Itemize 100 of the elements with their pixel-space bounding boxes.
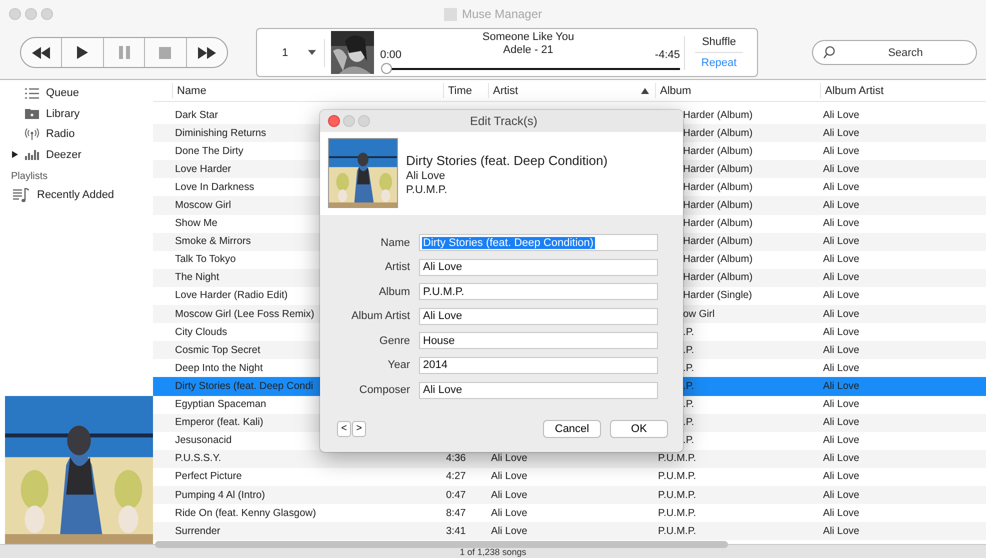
table-cell[interactable]: Jesusonacid <box>175 435 232 446</box>
minimize-icon[interactable] <box>25 8 37 20</box>
sidebar-item[interactable]: Queue <box>0 83 153 104</box>
nav-button[interactable]: > <box>352 420 366 437</box>
table-cell-text: Ali Love <box>822 308 860 320</box>
table-cell[interactable]: City Clouds <box>175 326 228 338</box>
radio-icon <box>25 128 39 140</box>
table-cell[interactable]: Ride On (feat. Kenny Glasgow) <box>175 508 316 519</box>
column-header[interactable]: Album <box>655 83 820 98</box>
table-cell-text: 4:27 <box>445 471 467 482</box>
scrollbar-thumb[interactable] <box>155 541 728 548</box>
table-cell-text: Ali Love <box>822 362 860 374</box>
fast-forward-icon <box>198 46 216 58</box>
sidebar-item[interactable]: Library <box>0 104 153 124</box>
table-cell: .P. <box>683 417 694 428</box>
search-field[interactable]: Search <box>812 40 977 65</box>
table-cell[interactable]: The Night <box>175 272 220 284</box>
table-cell-text: Ali Love <box>822 182 860 193</box>
table-cell-text: Ali Love <box>822 526 860 537</box>
column-header[interactable]: Album Artist <box>820 83 986 98</box>
table-cell[interactable]: Perfect Picture <box>175 471 242 482</box>
track-title: Someone Like You <box>482 30 574 42</box>
close-icon[interactable] <box>9 8 21 20</box>
table-cell: Harder (Album) <box>683 200 753 212</box>
table-cell: Harder (Album) <box>683 236 753 248</box>
table-cell[interactable]: Cosmic Top Secret <box>175 344 260 356</box>
track-subtitle: Adele - 21 <box>503 44 554 56</box>
table-cell[interactable]: Dark Star <box>175 110 218 121</box>
table-cell-text: Ali Love <box>822 236 860 248</box>
table-cell[interactable]: Love Harder <box>175 164 232 175</box>
table-cell-text: 8:47 <box>445 508 467 519</box>
input-field[interactable]: Ali Love <box>419 258 658 276</box>
table-cell[interactable]: Deep Into the Night <box>175 362 263 374</box>
column-header[interactable]: Artist <box>488 83 655 98</box>
dialog-button[interactable]: OK <box>610 420 668 438</box>
table-cell-text: Ali Love <box>822 435 860 446</box>
track-album: P.U.M.P. <box>406 184 448 196</box>
table-cell: Harder (Album) <box>683 272 753 284</box>
input-field[interactable]: Ali Love <box>419 382 658 399</box>
table-cell[interactable]: Moscow Girl <box>175 200 232 212</box>
dialog-title: Edit Track(s) <box>470 114 538 128</box>
input-field[interactable]: Dirty Stories (feat. Deep Condition) <box>419 234 658 251</box>
table-cell[interactable]: Show Me <box>175 218 218 230</box>
toggle-button[interactable]: Shuffle <box>702 32 736 52</box>
table-cell: Harder (Album) <box>683 146 753 157</box>
dialog-button[interactable]: Cancel <box>543 420 601 438</box>
field-label: Name <box>380 236 410 248</box>
field-label: Composer <box>358 384 410 396</box>
nav-button[interactable]: < <box>337 420 351 437</box>
progress-slider[interactable] <box>382 62 680 74</box>
table-cell-text: Ali Love <box>822 146 860 157</box>
table-cell-text: Ali Love <box>822 399 860 410</box>
table-cell[interactable]: Done The Dirty <box>175 146 244 157</box>
table-cell-text: Ali Love <box>490 453 528 464</box>
field-label: Year <box>386 359 410 372</box>
table-cell[interactable]: P.U.S.S.Y. <box>175 453 222 464</box>
table-cell[interactable]: Emperor (feat. Kali) <box>175 417 264 428</box>
close-icon[interactable] <box>328 115 340 127</box>
input-field[interactable]: 2014 <box>419 356 658 374</box>
table-cell[interactable]: Smoke & Mirrors <box>175 236 251 248</box>
column-header[interactable]: Name <box>172 83 443 98</box>
table-cell-text: Ali Love <box>822 110 860 121</box>
table-cell: .P. <box>683 399 694 410</box>
input-field[interactable]: P.U.M.P. <box>419 283 658 300</box>
table-cell[interactable]: Moscow Girl (Lee Foss Remix) <box>175 308 314 320</box>
remaining-time: -4:45 <box>654 48 680 60</box>
table-cell-text: Ali Love <box>822 164 860 175</box>
table-cell[interactable]: Surrender <box>175 526 220 537</box>
collapsed-triangle-icon[interactable] <box>12 151 18 158</box>
input-field[interactable]: House <box>419 332 658 350</box>
table-cell[interactable]: Dirty Stories (feat. Deep Condi <box>175 380 314 392</box>
input-field[interactable]: Ali Love <box>419 308 658 325</box>
table-cell-text: Ali Love <box>822 417 860 428</box>
table-cell[interactable]: Egyptian Spaceman <box>175 399 266 410</box>
playlist-icon <box>13 188 29 202</box>
table-cell: Harder (Single) <box>683 290 752 302</box>
playlist-item[interactable]: Recently Added <box>0 185 153 205</box>
minimize-icon[interactable] <box>343 115 355 127</box>
table-cell[interactable]: Pumping 4 Al (Intro) <box>175 490 266 501</box>
table-cell: .P. <box>683 344 694 356</box>
sidebar-item[interactable]: Radio <box>0 124 153 144</box>
table-cell[interactable]: Love In Darkness <box>175 182 254 193</box>
sidebar-item[interactable]: Deezer <box>0 144 153 165</box>
table-cell[interactable]: Talk To Tokyo <box>175 254 236 266</box>
table-cell[interactable]: Diminishing Returns <box>175 128 266 139</box>
table-cell: .P. <box>683 326 694 338</box>
window-title: Muse Manager <box>462 7 542 21</box>
folder-icon <box>25 108 39 120</box>
field-label: Album <box>378 286 410 298</box>
zoom-icon[interactable] <box>41 8 53 20</box>
caret-icon <box>308 50 316 55</box>
table-cell[interactable]: Love Harder (Radio Edit) <box>175 290 288 302</box>
zoom-icon[interactable] <box>358 115 370 127</box>
table-cell: ow Girl <box>683 308 715 320</box>
column-header[interactable]: Time <box>443 83 488 98</box>
pause-icon <box>118 46 130 59</box>
table-cell-text: Ali Love <box>822 272 860 284</box>
queue-position-dropdown[interactable]: 1 <box>257 46 324 58</box>
table-cell: Harder (Album) <box>683 182 753 193</box>
table-cell: Harder (Album) <box>683 110 753 121</box>
